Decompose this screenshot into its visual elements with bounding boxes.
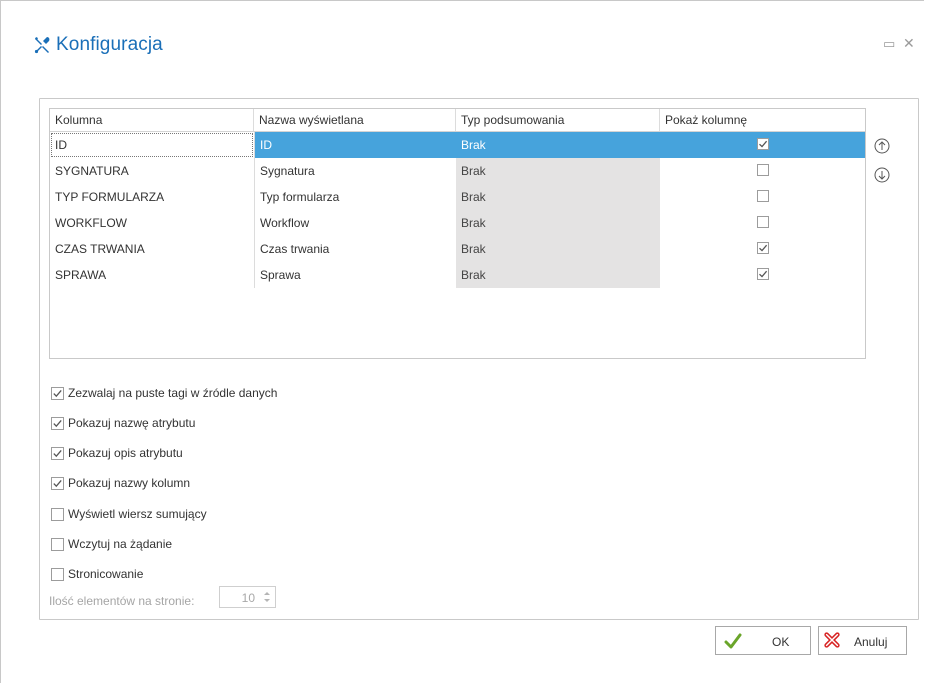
show-column-checkbox[interactable] [757, 164, 769, 176]
cell-show-column [660, 262, 865, 288]
ok-button[interactable]: OK [715, 626, 811, 655]
cell-show-column [660, 210, 865, 236]
option-checkbox[interactable] [51, 476, 64, 490]
restore-icon[interactable]: ▭ [883, 37, 895, 50]
table-row[interactable]: WORKFLOW Workflow Brak [50, 210, 865, 236]
cancel-label: Anuluj [854, 635, 888, 649]
table-row[interactable]: ID ID Brak [50, 132, 865, 158]
cell-display-name[interactable]: Sygnatura [254, 158, 456, 184]
cell-summary-type[interactable]: Brak [456, 132, 660, 158]
option-checkbox[interactable] [51, 537, 64, 551]
spinner-arrows-icon[interactable] [262, 590, 272, 604]
option-label: Pokazuj opis atrybutu [68, 446, 183, 460]
cell-summary-type[interactable]: Brak [456, 184, 660, 210]
option-label: Wczytuj na żądanie [68, 537, 173, 551]
option-checkbox[interactable] [51, 567, 64, 581]
header-typ-podsumowania[interactable]: Typ podsumowania [456, 109, 660, 131]
cell-show-column [660, 236, 865, 262]
ok-label: OK [772, 635, 790, 649]
cell-display-name[interactable]: Typ formularza [254, 184, 456, 210]
show-column-checkbox[interactable] [757, 268, 769, 280]
option-checkbox-row[interactable]: Stronicowanie [51, 567, 143, 581]
cell-display-name[interactable]: Workflow [254, 210, 456, 236]
checkmark-icon [724, 633, 742, 649]
option-checkbox-row[interactable]: Zezwalaj na puste tagi w źródle danych [51, 386, 277, 400]
cell-summary-type[interactable]: Brak [456, 210, 660, 236]
columns-grid: Kolumna Nazwa wyświetlana Typ podsumowan… [49, 108, 866, 359]
option-checkbox-row[interactable]: Pokazuj nazwy kolumn [51, 476, 190, 490]
option-checkbox[interactable] [51, 416, 64, 430]
table-row[interactable]: SYGNATURA Sygnatura Brak [50, 158, 865, 184]
cell-summary-type[interactable]: Brak [456, 262, 660, 288]
header-pokaz-kolumne[interactable]: Pokaż kolumnę [660, 109, 865, 131]
show-column-checkbox[interactable] [757, 242, 769, 254]
option-label: Zezwalaj na puste tagi w źródle danych [68, 386, 278, 400]
table-row[interactable]: SPRAWA Sprawa Brak [50, 262, 865, 288]
option-label: Pokazuj nazwy kolumn [68, 476, 191, 490]
configuration-dialog: Konfiguracja ▭ ✕ Kolumna Nazwa wyświetla… [0, 0, 924, 683]
header-kolumna[interactable]: Kolumna [50, 109, 254, 131]
option-checkbox[interactable] [51, 507, 64, 521]
cell-show-column [660, 158, 865, 184]
option-label: Wyświetl wiersz sumujący [68, 507, 207, 521]
grid-header: Kolumna Nazwa wyświetlana Typ podsumowan… [50, 109, 865, 132]
cell-summary-type[interactable]: Brak [456, 158, 660, 184]
tools-icon [34, 37, 50, 54]
cell-show-column [660, 184, 865, 210]
show-column-checkbox[interactable] [757, 190, 769, 202]
table-row[interactable]: TYP FORMULARZA Typ formularza Brak [50, 184, 865, 210]
move-up-icon[interactable] [874, 138, 890, 154]
option-checkbox-row[interactable]: Pokazuj nazwę atrybutu [51, 416, 195, 430]
cell-column[interactable]: SPRAWA [50, 262, 254, 288]
move-down-icon[interactable] [874, 167, 890, 183]
option-checkbox-row[interactable]: Wyświetl wiersz sumujący [51, 507, 207, 521]
page-size-value: 10 [241, 591, 255, 605]
cell-column[interactable]: WORKFLOW [50, 210, 254, 236]
cancel-x-icon [824, 632, 840, 648]
show-column-checkbox[interactable] [757, 216, 769, 228]
cell-summary-type[interactable]: Brak [456, 236, 660, 262]
option-checkbox-row[interactable]: Pokazuj opis atrybutu [51, 446, 183, 460]
option-checkbox-row[interactable]: Wczytuj na żądanie [51, 537, 172, 551]
dialog-title: Konfiguracja [56, 34, 163, 55]
cell-display-name[interactable]: Sprawa [254, 262, 456, 288]
cell-display-name[interactable]: Czas trwania [254, 236, 456, 262]
cell-column[interactable]: TYP FORMULARZA [50, 184, 254, 210]
cell-column[interactable]: CZAS TRWANIA [50, 236, 254, 262]
cell-show-column [660, 132, 865, 158]
cell-column[interactable]: ID [50, 132, 254, 158]
close-icon[interactable]: ✕ [903, 36, 915, 50]
header-nazwa-wyswietlana[interactable]: Nazwa wyświetlana [254, 109, 456, 131]
cancel-button[interactable]: Anuluj [818, 626, 907, 655]
option-label: Stronicowanie [68, 567, 144, 581]
page-size-label: Ilość elementów na stronie: [49, 594, 195, 608]
table-row[interactable]: CZAS TRWANIA Czas trwania Brak [50, 236, 865, 262]
page-size-spinner[interactable]: 10 [219, 586, 276, 608]
option-checkbox[interactable] [51, 446, 64, 460]
option-checkbox[interactable] [51, 386, 64, 400]
show-column-checkbox[interactable] [757, 138, 769, 150]
cell-display-name[interactable]: ID [254, 132, 456, 158]
dialog-title-bar: Konfiguracja [33, 34, 163, 56]
option-label: Pokazuj nazwę atrybutu [68, 416, 196, 430]
cell-column[interactable]: SYGNATURA [50, 158, 254, 184]
